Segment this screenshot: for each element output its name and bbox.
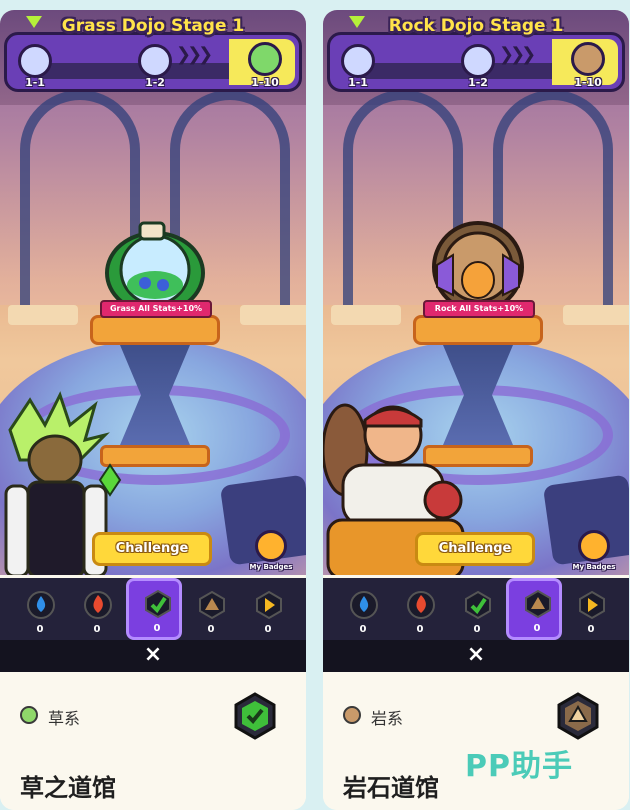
tab-fire[interactable]: 0 <box>392 582 448 640</box>
challenge-button[interactable]: Challenge <box>92 532 212 566</box>
tab-grass[interactable]: 0 <box>126 578 182 640</box>
badge-count: 0 <box>93 624 101 635</box>
badge-count: 0 <box>587 624 595 635</box>
progress-arrows-icon: ❯❯❯ <box>499 44 536 65</box>
badge-count: 0 <box>207 624 215 635</box>
close-icon[interactable]: × <box>463 642 489 668</box>
tab-rock[interactable]: 0 <box>183 582 239 640</box>
grass-type-icon <box>20 706 38 724</box>
type-label: 草系 <box>48 709 81 728</box>
stage-node-icon[interactable] <box>18 44 52 78</box>
shelf <box>240 305 306 325</box>
my-badges-button[interactable]: My Badges <box>244 530 298 575</box>
badge-count: 0 <box>416 624 424 635</box>
current-stage-marker-icon <box>26 16 42 28</box>
gym-name: 草之道馆 <box>20 774 116 802</box>
my-badges-button[interactable]: My Badges <box>567 530 621 575</box>
badge-count: 0 <box>473 624 481 635</box>
final-stage-node-icon[interactable] <box>571 42 605 76</box>
challenge-button[interactable]: Challenge <box>415 532 535 566</box>
stage-header: 1-1 1-2 ❯❯❯ 1-10 Rock Dojo Stage 1 <box>327 12 625 102</box>
badge-count: 0 <box>359 624 367 635</box>
bonus-banner: Grass All Stats+10% <box>100 300 212 318</box>
dojo-scene: Rock All Stats+10% 1-1 1-2 ❯❯❯ 1-10 Rock… <box>323 10 629 575</box>
badge-count: 0 <box>533 623 541 634</box>
fire-badge-icon <box>84 591 112 619</box>
rock-badge-icon <box>557 692 599 740</box>
stage-node-label: 1-1 <box>348 76 368 89</box>
badge-tab-bar: 0 0 0 0 0 <box>323 578 629 640</box>
grass-badge-icon <box>145 589 171 619</box>
shelf <box>8 305 78 325</box>
stage-node-label: 1-10 <box>251 76 279 89</box>
watermark: PP助手 <box>465 749 573 784</box>
stage-node-icon[interactable] <box>341 44 375 78</box>
tab-water[interactable]: 0 <box>12 582 68 640</box>
stage-title: Grass Dojo Stage 1 <box>61 16 245 36</box>
water-badge-icon <box>27 591 55 619</box>
final-stage-node-icon[interactable] <box>248 42 282 76</box>
my-badges-label: My Badges <box>249 563 293 571</box>
electric-badge-icon <box>256 590 282 620</box>
stage-node-label: 1-2 <box>145 76 165 89</box>
grass-badge-icon <box>234 692 276 740</box>
grass-dojo-card: Grass All Stats+10% 1-1 1-2 ❯❯❯ 1-10 Gra… <box>0 10 306 810</box>
tab-electric[interactable]: 0 <box>563 582 619 640</box>
close-bar: × <box>323 640 629 672</box>
grass-badge-icon <box>465 590 491 620</box>
badge-count: 0 <box>153 623 161 634</box>
rock-dojo-card: Rock All Stats+10% 1-1 1-2 ❯❯❯ 1-10 Rock… <box>323 10 629 810</box>
stage-node-label: 1-10 <box>574 76 602 89</box>
progress-arrows-icon: ❯❯❯ <box>176 44 213 65</box>
close-icon[interactable]: × <box>140 642 166 668</box>
shelf <box>331 305 401 325</box>
type-label: 岩系 <box>371 709 404 728</box>
bonus-banner: Rock All Stats+10% <box>423 300 535 318</box>
badge-count: 0 <box>36 624 44 635</box>
stage-node-label: 1-1 <box>25 76 45 89</box>
badge-medal-icon <box>255 530 287 562</box>
tab-electric[interactable]: 0 <box>240 582 296 640</box>
stage-node-icon[interactable] <box>138 44 172 78</box>
gym-info: 草系 草之道馆 <box>0 672 306 810</box>
my-badges-label: My Badges <box>572 563 616 571</box>
electric-badge-icon <box>579 590 605 620</box>
current-stage-marker-icon <box>349 16 365 28</box>
rock-badge-icon <box>525 589 551 619</box>
rock-type-icon <box>343 706 361 724</box>
badge-tab-bar: 0 0 0 0 0 <box>0 578 306 640</box>
gym-name: 岩石道馆 <box>343 774 439 802</box>
stage-header: 1-1 1-2 ❯❯❯ 1-10 Grass Dojo Stage 1 <box>4 12 302 102</box>
badge-medal-icon <box>578 530 610 562</box>
dojo-scene: Grass All Stats+10% 1-1 1-2 ❯❯❯ 1-10 Gra… <box>0 10 306 575</box>
tab-rock[interactable]: 0 <box>506 578 562 640</box>
tab-grass[interactable]: 0 <box>449 582 505 640</box>
rock-badge-icon <box>199 590 225 620</box>
stage-node-icon[interactable] <box>461 44 495 78</box>
stage-node-label: 1-2 <box>468 76 488 89</box>
tab-water[interactable]: 0 <box>335 582 391 640</box>
water-badge-icon <box>350 591 378 619</box>
shelf <box>563 305 629 325</box>
tab-fire[interactable]: 0 <box>69 582 125 640</box>
stage-title: Rock Dojo Stage 1 <box>388 16 564 36</box>
fire-badge-icon <box>407 591 435 619</box>
badge-count: 0 <box>264 624 272 635</box>
close-bar: × <box>0 640 306 672</box>
